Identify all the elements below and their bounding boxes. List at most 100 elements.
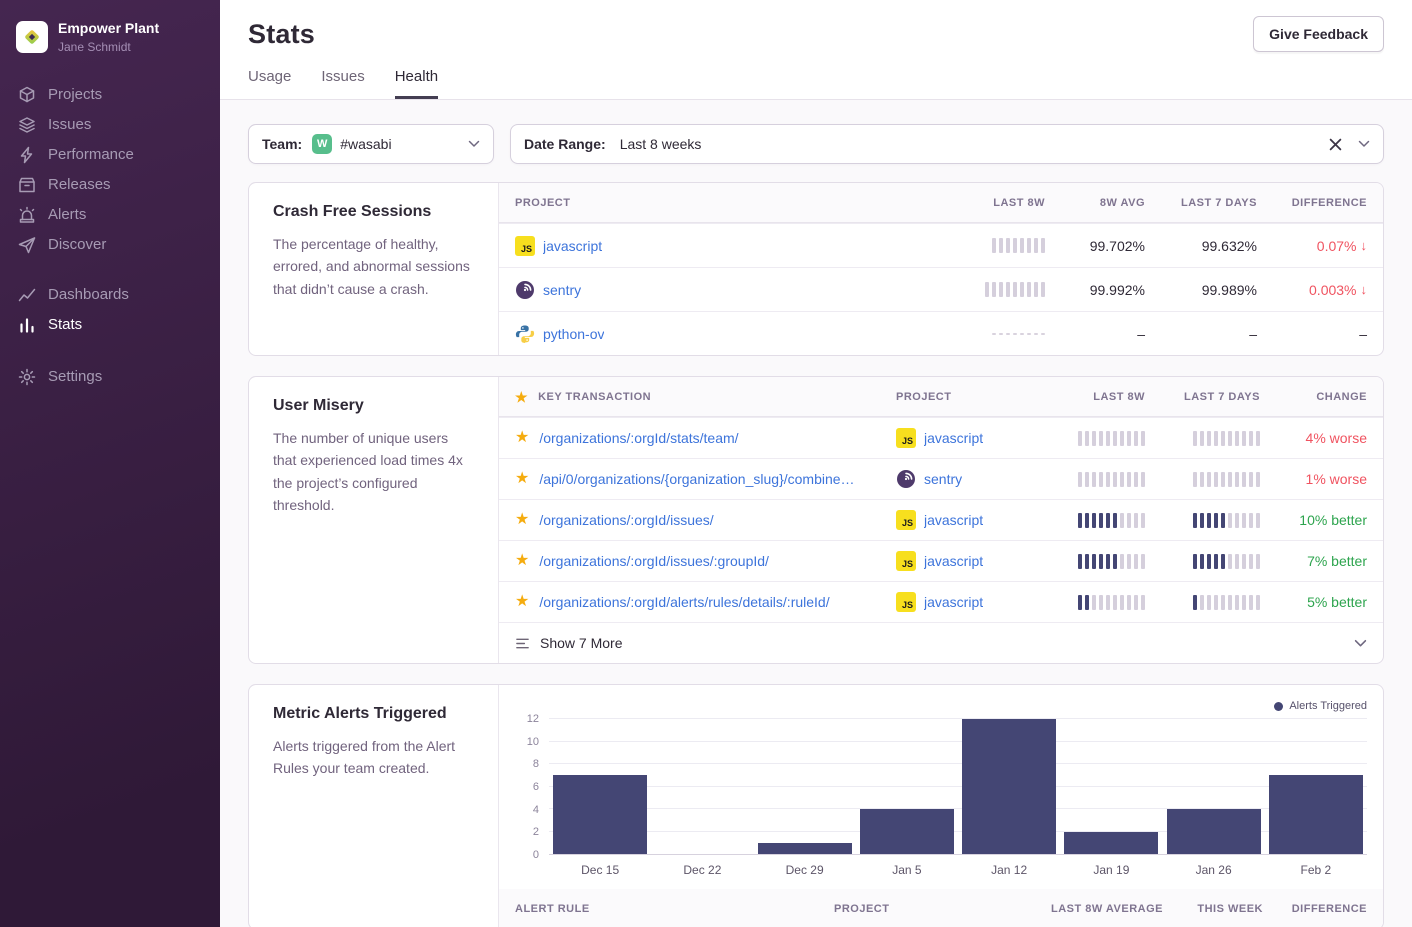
sidebar-item-stats[interactable]: Stats (0, 310, 220, 340)
python-icon (515, 324, 535, 344)
user-misery-panel: User Misery The number of unique users t… (248, 376, 1384, 664)
sidebar-item-performance[interactable]: Performance (0, 140, 220, 170)
chart-bar (549, 719, 651, 854)
change-value: 10% better (1268, 512, 1383, 528)
sidebar-item-label: Releases (48, 176, 111, 193)
project-link[interactable]: sentry (543, 282, 581, 298)
column-header: Project (499, 197, 913, 209)
transaction-link[interactable]: /api/0/organizations/{organization_slug}… (539, 471, 854, 487)
team-label: Team: (262, 136, 302, 152)
chevron-down-icon (1354, 637, 1367, 650)
tab-usage[interactable]: Usage (248, 68, 291, 99)
project-link[interactable]: javascript (543, 238, 602, 254)
project-link[interactable]: python-ov (543, 326, 604, 342)
transaction-link[interactable]: /organizations/:orgId/issues/ (539, 512, 713, 528)
transaction-link[interactable]: /organizations/:orgId/stats/team/ (539, 430, 738, 446)
sparkline-chart (1193, 472, 1260, 487)
project-link[interactable]: sentry (924, 471, 962, 487)
table-row: /organizations/:orgId/issues/ javascript… (499, 499, 1383, 540)
show-more-label: Show 7 More (540, 635, 622, 651)
last-7d-value: 99.632% (1153, 238, 1265, 254)
releases-icon (18, 176, 36, 194)
team-select[interactable]: Team: W #wasabi (248, 124, 494, 164)
sidebar-item-label: Issues (48, 116, 91, 133)
legend-label: Alerts Triggered (1289, 700, 1367, 712)
page-header: Stats Give Feedback Usage Issues Health (220, 0, 1412, 100)
sidebar-item-alerts[interactable]: Alerts (0, 200, 220, 230)
sparkline-chart (1193, 513, 1260, 528)
table-row: /organizations/:orgId/stats/team/ javasc… (499, 417, 1383, 458)
column-header: Difference (1271, 903, 1383, 915)
clear-icon[interactable] (1329, 138, 1342, 151)
date-range-select[interactable]: Date Range: Last 8 weeks (510, 124, 1384, 164)
javascript-icon (896, 428, 916, 448)
sidebar-item-dashboards[interactable]: Dashboards (0, 280, 220, 310)
sparkline-chart (1078, 595, 1145, 610)
transaction-link[interactable]: /organizations/:orgId/issues/:groupId/ (539, 553, 769, 569)
sidebar-item-label: Stats (48, 316, 82, 333)
key-transaction-star-icon[interactable] (515, 553, 529, 569)
sidebar-item-discover[interactable]: Discover (0, 230, 220, 260)
tab-issues[interactable]: Issues (321, 68, 364, 99)
app-window: Empower Plant Jane Schmidt Projects Issu… (0, 0, 1412, 927)
column-header: Project (826, 903, 1031, 915)
change-value: 5% better (1268, 594, 1383, 610)
sidebar-item-issues[interactable]: Issues (0, 110, 220, 140)
key-transaction-star-icon[interactable] (515, 471, 529, 487)
show-more-row[interactable]: Show 7 More (499, 622, 1383, 663)
x-axis-label: Dec 29 (754, 863, 856, 877)
metric-alerts-body: Alerts Triggered 024681012 Dec 15Dec 22D… (499, 685, 1383, 927)
column-header: Last 7 Days (1153, 391, 1268, 403)
tab-health[interactable]: Health (395, 68, 438, 99)
x-axis-label: Dec 15 (549, 863, 651, 877)
column-header: Last 8w Average (1031, 903, 1171, 915)
org-switcher[interactable]: Empower Plant Jane Schmidt (0, 20, 220, 54)
team-avatar: W (312, 134, 332, 154)
column-header: Change (1268, 391, 1383, 403)
chart-bar (856, 719, 958, 854)
chart-bar (1163, 719, 1265, 854)
give-feedback-button[interactable]: Give Feedback (1253, 16, 1384, 52)
change-value: 4% worse (1268, 430, 1383, 446)
chart-bar (1060, 719, 1162, 854)
performance-icon (18, 146, 36, 164)
sidebar-item-label: Discover (48, 236, 106, 253)
sidebar-item-projects[interactable]: Projects (0, 80, 220, 110)
sidebar-item-label: Projects (48, 86, 102, 103)
key-transaction-star-icon[interactable] (515, 512, 529, 528)
discover-icon (18, 236, 36, 254)
table-row: /organizations/:orgId/issues/:groupId/ j… (499, 540, 1383, 581)
alerts-chart-yaxis: 024681012 (515, 719, 549, 855)
project-link[interactable]: javascript (924, 430, 983, 446)
sidebar-item-releases[interactable]: Releases (0, 170, 220, 200)
project-link[interactable]: javascript (924, 553, 983, 569)
chart-legend: Alerts Triggered (515, 697, 1367, 715)
sidebar-item-settings[interactable]: Settings (0, 362, 220, 392)
sparkline-chart (992, 238, 1045, 253)
javascript-icon (896, 510, 916, 530)
sparkline-chart (1078, 472, 1145, 487)
team-value: #wasabi (340, 136, 391, 152)
transaction-link[interactable]: /organizations/:orgId/alerts/rules/detai… (539, 594, 829, 610)
table-row: /api/0/organizations/{organization_slug}… (499, 458, 1383, 499)
nav-section-divider (0, 260, 220, 280)
key-transaction-star-icon[interactable] (515, 430, 529, 446)
sidebar-item-label: Settings (48, 368, 102, 385)
metric-alerts-panel: Metric Alerts Triggered Alerts triggered… (248, 684, 1384, 927)
x-axis-label: Jan 19 (1060, 863, 1162, 877)
last-7d-value: 99.989% (1153, 282, 1265, 298)
crash-free-table: Project Last 8w 8w Avg Last 7 Days Diffe… (499, 183, 1383, 355)
change-value: 7% better (1268, 553, 1383, 569)
arrow-down-icon: ↓ (1361, 238, 1368, 253)
change-value: 1% worse (1268, 471, 1383, 487)
project-link[interactable]: javascript (924, 594, 983, 610)
project-link[interactable]: javascript (924, 512, 983, 528)
sparkline-chart (1078, 513, 1145, 528)
page-title: Stats (248, 19, 315, 50)
avg-8w-value: 99.992% (1053, 282, 1153, 298)
column-header: Last 8w (913, 197, 1053, 209)
tab-bar: Usage Issues Health (248, 68, 1384, 99)
sparkline-chart (1193, 431, 1260, 446)
key-transaction-star-icon[interactable] (515, 594, 529, 610)
x-axis-label: Dec 22 (651, 863, 753, 877)
